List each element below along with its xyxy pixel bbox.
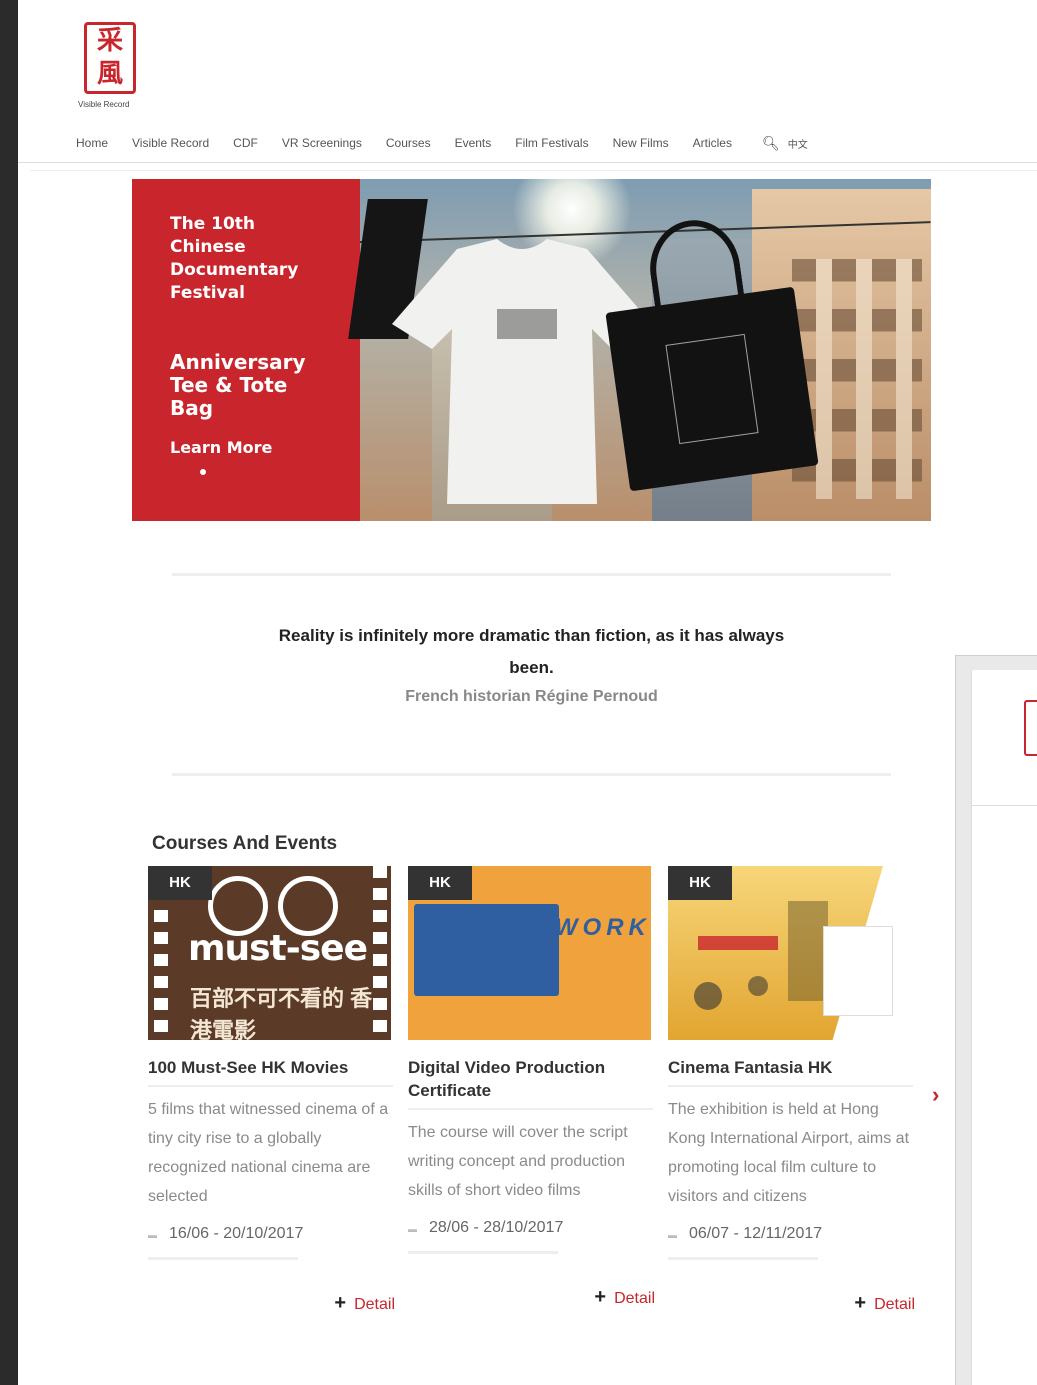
hero-kicker: The 10th Chinese Documentary Festival [170, 214, 299, 303]
course-card[interactable]: must-see 百部不可不看的 香港電影 HK 100 Must-See HK… [148, 866, 395, 1314]
logo-caption: Visible Record [78, 100, 130, 109]
nav-home[interactable]: Home [76, 136, 108, 150]
search-icon[interactable]: 🔍︎ [762, 135, 780, 152]
plus-icon: + [334, 1292, 347, 1314]
course-title[interactable]: Digital Video Production Certificate [408, 1056, 653, 1110]
quote-author: French historian Régine Pernoud [405, 688, 658, 705]
region-tag: HK [408, 866, 472, 900]
nav-visible-record[interactable]: Visible Record [132, 136, 209, 150]
nav-cdf[interactable]: CDF [233, 136, 258, 150]
card-divider [148, 1257, 298, 1260]
card-divider [668, 1257, 818, 1260]
nav-courses[interactable]: Courses [386, 136, 431, 150]
image-text: 百部不可不看的 香港電影 [190, 986, 373, 1040]
nav-film-festivals[interactable]: Film Festivals [515, 136, 588, 150]
course-date: ▬ 06/07 - 12/11/2017 [668, 1225, 823, 1242]
calendar-icon: ▬ [408, 1224, 417, 1234]
film-reel-icon [208, 876, 268, 936]
section-divider [172, 773, 891, 776]
plus-icon: + [594, 1286, 607, 1308]
hero-text: The 10th Chinese Documentary Festival An… [170, 213, 320, 475]
nav-articles[interactable]: Articles [693, 136, 732, 150]
chevron-right-icon[interactable]: › [932, 1082, 939, 1108]
detail-button[interactable]: + Detail [594, 1286, 655, 1309]
nav-vr-screenings[interactable]: VR Screenings [282, 136, 362, 150]
course-card[interactable]: HK Cinema Fantasia HK The exhibition is … [668, 866, 915, 1314]
logo-seal-partial [1024, 700, 1037, 756]
language-toggle[interactable]: 中文 [788, 136, 808, 151]
learn-more-link[interactable]: Learn More [170, 438, 320, 457]
hero-banner[interactable]: The 10th Chinese Documentary Festival An… [132, 179, 931, 521]
course-date: ▬ 16/06 - 20/10/2017 [148, 1225, 304, 1242]
course-card-image[interactable]: HK [668, 866, 911, 1040]
course-title[interactable]: 100 Must-See HK Movies [148, 1056, 393, 1087]
courses-section-title: Courses And Events [152, 833, 338, 854]
nav-new-films[interactable]: New Films [613, 136, 669, 150]
slide-indicator-dot[interactable] [200, 469, 206, 475]
detail-button[interactable]: + Detail [334, 1292, 395, 1315]
calendar-icon: ▬ [668, 1230, 677, 1240]
region-tag: HK [668, 866, 732, 900]
main-page: 采風 Visible Record Home Visible Record CD… [18, 0, 1037, 1385]
course-description: The course will cover the script writing… [408, 1124, 628, 1199]
calendar-icon: ▬ [148, 1230, 157, 1240]
card-divider [408, 1251, 558, 1254]
image-text: FEVAWORKS [474, 914, 651, 941]
nav-divider [18, 162, 1037, 163]
film-reel-icon [278, 876, 338, 936]
hero-tote-image [605, 214, 819, 492]
quote-block: Reality is infinitely more dramatic than… [172, 620, 891, 706]
nav-events[interactable]: Events [455, 136, 492, 150]
logo-seal: 采風 [84, 22, 136, 94]
hero-title: Anniversary Tee & Tote Bag [170, 350, 306, 420]
image-text: must-see [188, 928, 368, 969]
plus-icon: + [854, 1292, 867, 1314]
course-date: ▬ 28/06 - 28/10/2017 [408, 1219, 564, 1236]
region-tag: HK [148, 866, 212, 900]
quote-text: Reality is infinitely more dramatic than… [278, 626, 785, 677]
course-description: 5 films that witnessed cinema of a tiny … [148, 1101, 389, 1205]
main-nav: Home Visible Record CDF VR Screenings Co… [76, 133, 808, 153]
course-card-image[interactable]: FEVAWORKS HK [408, 866, 651, 1040]
course-description: The exhibition is held at Hong Kong Inte… [668, 1101, 910, 1205]
detail-button[interactable]: + Detail [854, 1292, 915, 1315]
course-card[interactable]: FEVAWORKS HK Digital Video Production Ce… [408, 866, 655, 1308]
course-card-image[interactable]: must-see 百部不可不看的 香港電影 HK [148, 866, 391, 1040]
site-logo[interactable]: 采風 Visible Record [78, 22, 148, 109]
course-title[interactable]: Cinema Fantasia HK [668, 1056, 913, 1087]
overlapping-window [955, 655, 1037, 1385]
nav-divider-secondary [30, 170, 1037, 171]
section-divider [172, 573, 891, 576]
